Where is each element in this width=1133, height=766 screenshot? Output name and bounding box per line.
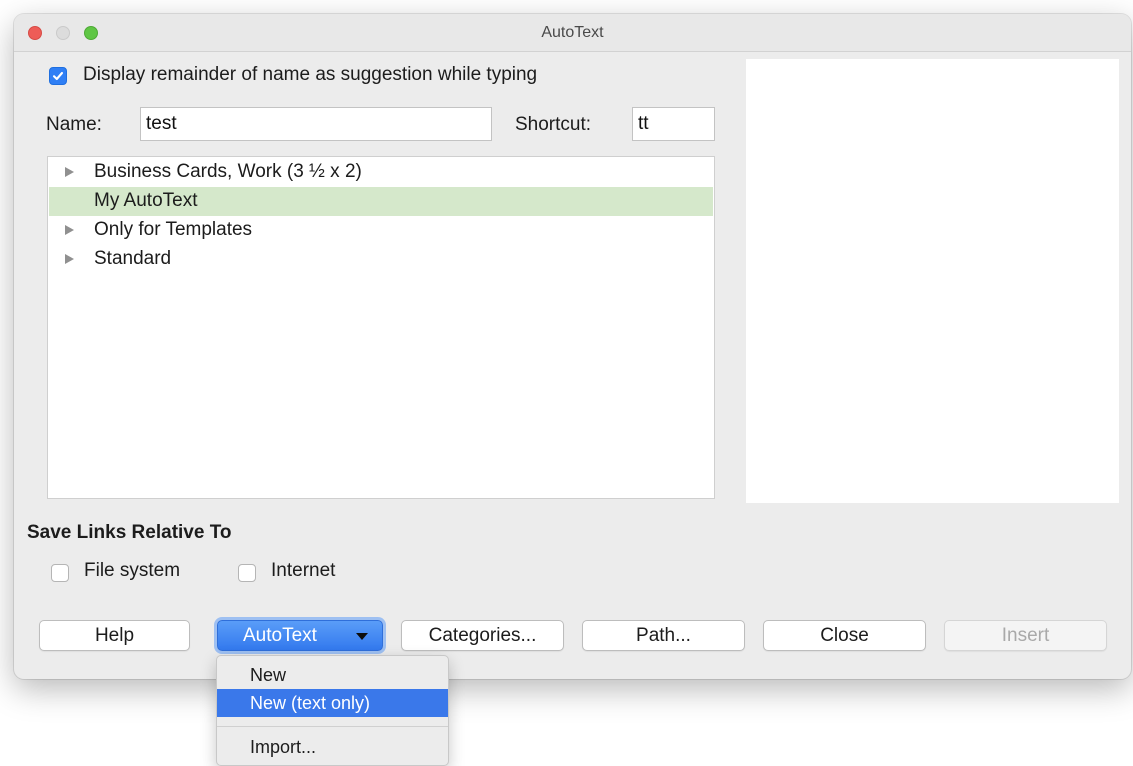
shortcut-label: Shortcut: xyxy=(515,114,592,135)
tree-item-only-for-templates[interactable]: Only for Templates xyxy=(49,216,713,245)
tree-item-label: My AutoText xyxy=(94,190,198,211)
preview-pane xyxy=(746,59,1119,503)
save-links-heading: Save Links Relative To xyxy=(27,522,232,543)
categories-button[interactable]: Categories... xyxy=(401,620,564,651)
internet-label[interactable]: Internet xyxy=(271,560,335,582)
insert-button: Insert xyxy=(944,620,1107,651)
tree-item-standard[interactable]: Standard xyxy=(49,245,713,274)
close-button[interactable]: Close xyxy=(763,620,926,651)
window-title: AutoText xyxy=(541,24,604,41)
name-label: Name: xyxy=(46,114,102,135)
file-system-checkbox[interactable] xyxy=(51,564,69,582)
menu-item-new-text-only[interactable]: New (text only) xyxy=(217,689,448,717)
autotext-dialog: AutoText Display remainder of name as su… xyxy=(14,14,1131,679)
autotext-button-label: AutoText xyxy=(243,625,317,646)
help-button[interactable]: Help xyxy=(39,620,190,651)
autotext-dropdown-menu[interactable]: New New (text only) Import... xyxy=(216,655,449,766)
suggestion-checkbox-label[interactable]: Display remainder of name as suggestion … xyxy=(83,64,537,86)
title-bar[interactable]: AutoText xyxy=(14,14,1131,52)
shortcut-input[interactable]: tt xyxy=(632,107,715,141)
checkmark-icon xyxy=(52,71,64,81)
tree-item-business-cards[interactable]: Business Cards, Work (3 ½ x 2) xyxy=(49,158,713,187)
suggestion-checkbox[interactable] xyxy=(49,67,67,85)
file-system-label[interactable]: File system xyxy=(84,560,180,582)
expand-arrow-icon[interactable] xyxy=(65,254,74,264)
menu-separator xyxy=(217,726,448,727)
dropdown-caret-icon xyxy=(356,633,368,640)
expand-arrow-icon[interactable] xyxy=(65,225,74,235)
menu-item-new[interactable]: New xyxy=(217,661,448,689)
menu-item-import[interactable]: Import... xyxy=(217,733,448,761)
category-tree[interactable]: Business Cards, Work (3 ½ x 2) My AutoTe… xyxy=(47,156,715,499)
tree-item-label: Only for Templates xyxy=(94,219,253,240)
tree-item-label: Standard xyxy=(94,248,172,269)
name-input[interactable]: test xyxy=(140,107,492,141)
autotext-button[interactable]: AutoText xyxy=(217,620,383,651)
path-button[interactable]: Path... xyxy=(582,620,745,651)
internet-checkbox[interactable] xyxy=(238,564,256,582)
tree-item-my-autotext[interactable]: My AutoText xyxy=(49,187,713,216)
tree-item-label: Business Cards, Work (3 ½ x 2) xyxy=(94,161,362,182)
expand-arrow-icon[interactable] xyxy=(65,167,74,177)
